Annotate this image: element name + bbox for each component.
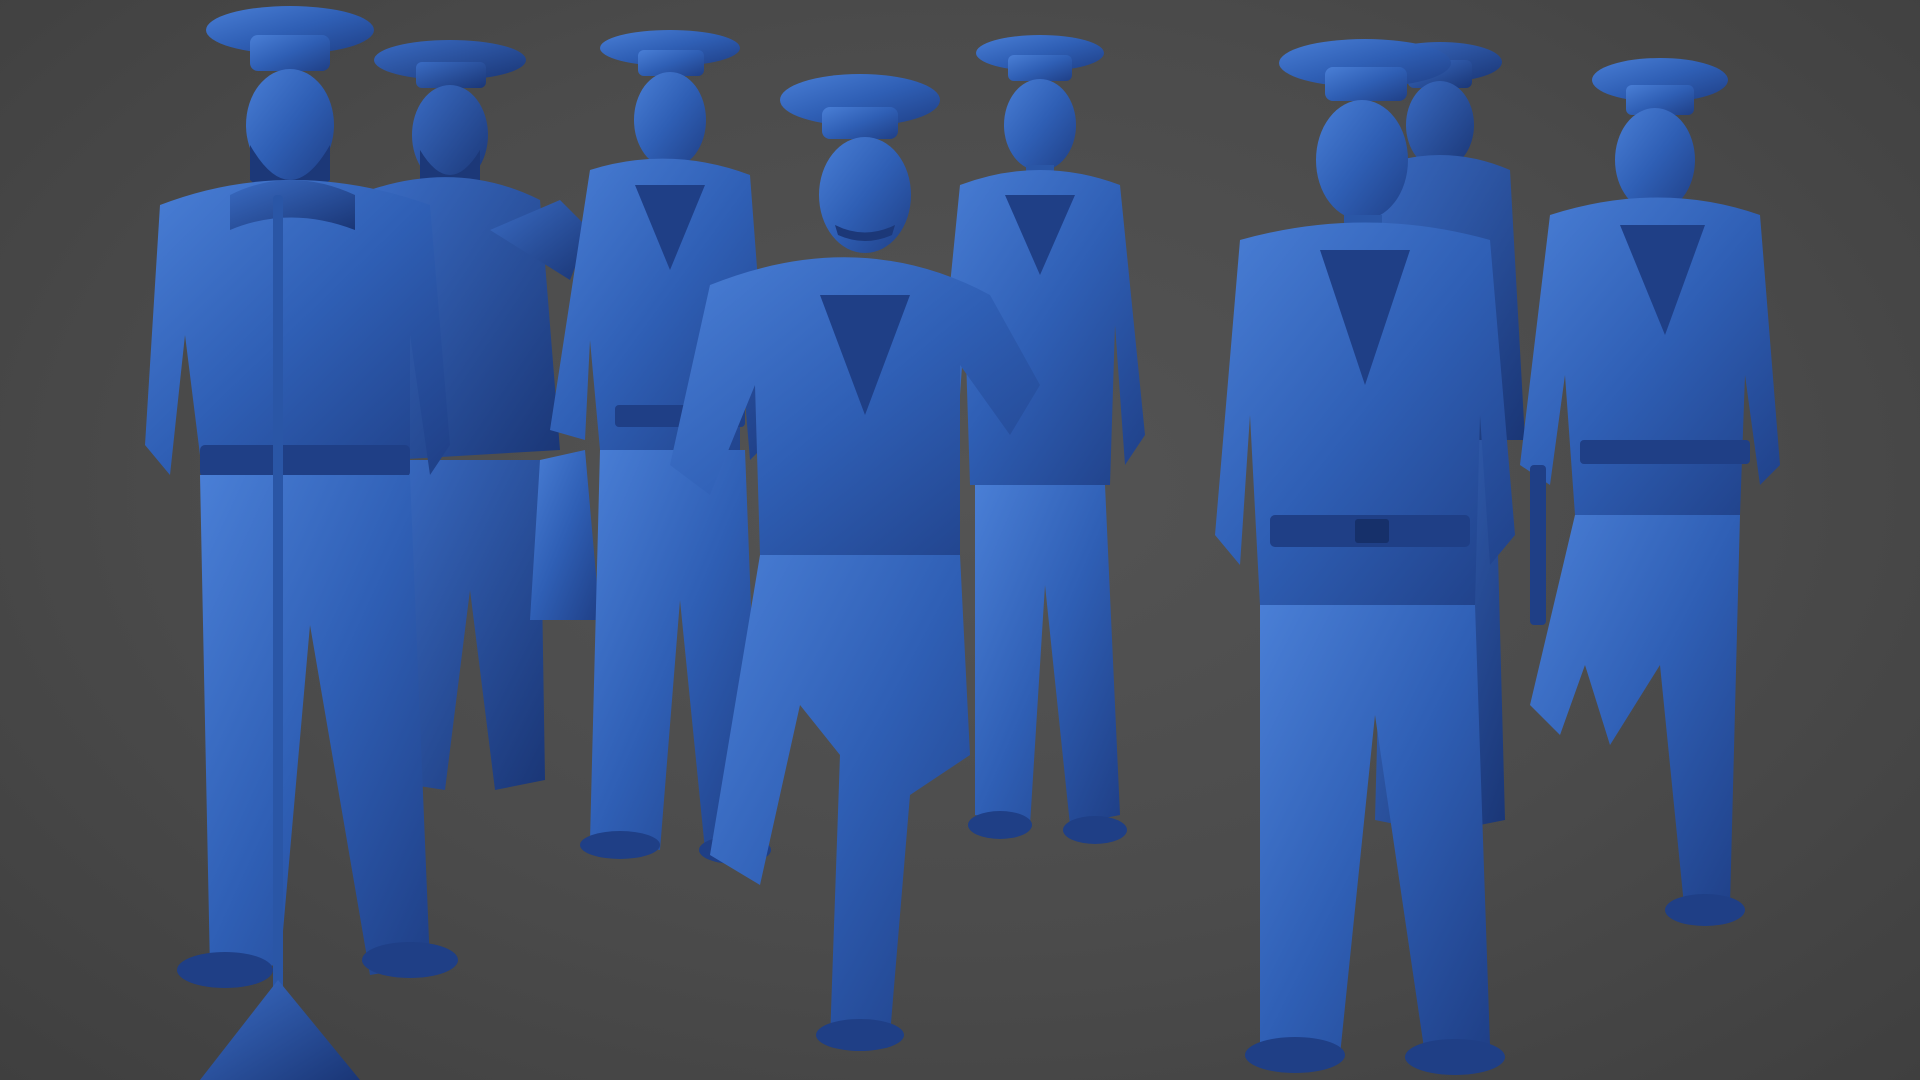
render-viewport bbox=[0, 0, 1920, 1080]
sailor-figure-with-belt-front bbox=[1190, 35, 1540, 1080]
sailor-figure-mustached-running bbox=[640, 55, 1060, 1051]
sailor-figure-bearded-with-mop bbox=[140, 5, 540, 1080]
